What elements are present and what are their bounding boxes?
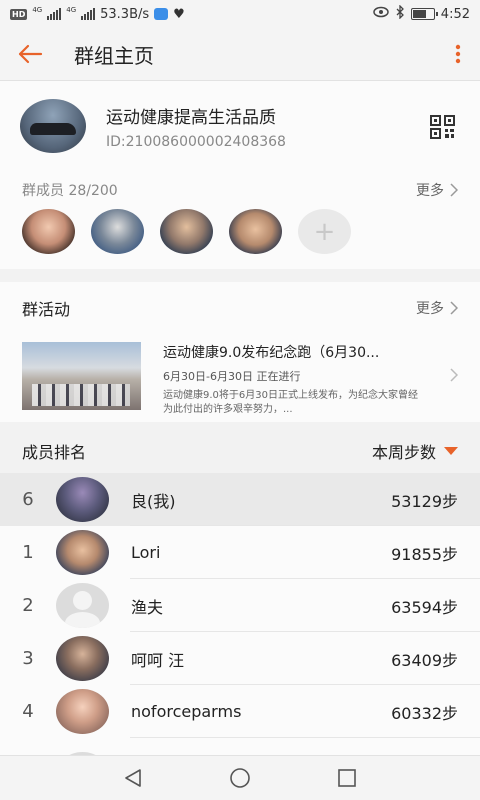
chevron-right-icon — [450, 301, 458, 315]
clock: 4:52 — [440, 6, 470, 22]
triangle-back-icon — [125, 769, 142, 787]
more-vertical-icon — [455, 44, 461, 64]
plus-icon: + — [313, 216, 336, 247]
caret-down-icon — [444, 447, 458, 455]
step-count: 60332步 — [391, 703, 458, 723]
chevron-right-icon — [450, 183, 458, 197]
rank-number: 4 — [22, 701, 34, 722]
rank-number: 6 — [22, 489, 34, 510]
group-info[interactable]: 运动健康提高生活品质 ID:210086000002408368 — [20, 99, 286, 153]
status-left: HD 4G 4G 53.3B/s ♥ — [10, 5, 185, 22]
ranking-list: 6 良(我) 53129步 1 Lori 91855步 2 渔夫 63594步 … — [0, 473, 480, 762]
member-name: noforceparms — [131, 702, 242, 721]
ranking-row[interactable]: 3 呵呵 汪 63409步 — [0, 632, 480, 685]
members-count-label: 群成员 28/200 — [22, 183, 118, 199]
more-options-button[interactable] — [436, 28, 480, 80]
avatar — [56, 530, 109, 575]
member-name: 渔夫 — [131, 597, 164, 617]
members-more-label: 更多 — [416, 183, 444, 199]
sort-dropdown[interactable]: 本周步数 — [372, 439, 458, 463]
group-avatar — [20, 99, 86, 153]
step-count: 63594步 — [391, 597, 458, 617]
page-title: 群组主页 — [74, 43, 154, 68]
system-nav-bar — [0, 755, 480, 800]
ranking-row-me[interactable]: 6 良(我) 53129步 — [0, 473, 480, 526]
step-count: 91855步 — [391, 544, 458, 564]
qr-code-button[interactable] — [430, 115, 456, 139]
hd-badge: HD — [10, 8, 28, 20]
status-right: 4:52 — [373, 4, 470, 23]
step-count: 53129步 — [391, 491, 458, 511]
network-speed: 53.3B/s — [100, 6, 150, 22]
ranking-header: 成员排名 本周步数 — [22, 432, 458, 470]
status-bar: HD 4G 4G 53.3B/s ♥ 4:52 — [0, 0, 480, 28]
circle-home-icon — [230, 768, 250, 788]
nav-home-button[interactable] — [220, 758, 260, 798]
ranking-title: 成员排名 — [22, 443, 87, 462]
rank-number: 1 — [22, 542, 34, 563]
eye-icon — [373, 6, 389, 22]
rank-number: 2 — [22, 595, 34, 616]
activity-more-label: 更多 — [416, 301, 444, 317]
default-avatar-icon — [56, 583, 109, 628]
avatar — [56, 689, 109, 734]
activity-text: 运动健康9.0发布纪念跑（6月30... 6月30日-6月30日 正在进行 运动… — [163, 342, 423, 415]
member-avatar[interactable] — [229, 209, 282, 254]
ranking-row[interactable]: 4 noforceparms 60332步 — [0, 685, 480, 738]
network-type-2: 4G — [66, 5, 77, 14]
battery-fill — [412, 10, 426, 18]
activity-item[interactable]: 运动健康9.0发布纪念跑（6月30... 6月30日-6月30日 正在进行 运动… — [22, 342, 458, 415]
square-recents-icon — [337, 769, 356, 787]
activity-thumbnail — [22, 342, 141, 410]
rank-number: 3 — [22, 648, 34, 669]
activity-date: 6月30日-6月30日 正在进行 — [163, 370, 301, 383]
activity-description: 运动健康9.0将于6月30日正式上线发布，为纪念大家曾经为此付出的许多艰辛努力，… — [163, 390, 418, 415]
member-avatars: + — [22, 209, 351, 254]
activity-header[interactable]: 群活动 更多 — [22, 296, 458, 320]
members-more-link[interactable]: 更多 — [416, 180, 458, 200]
member-avatar[interactable] — [160, 209, 213, 254]
activity-name: 运动健康9.0发布纪念跑（6月30... — [163, 345, 380, 361]
add-member-button[interactable]: + — [298, 209, 351, 254]
activity-card: 群活动 更多 运动健康9.0发布纪念跑（6月30... 6月30日-6月30日 … — [0, 282, 480, 422]
avatar — [56, 477, 109, 522]
back-button[interactable] — [0, 28, 60, 80]
ranking-row[interactable]: 1 Lori 91855步 — [0, 526, 480, 579]
nav-back-button[interactable] — [113, 758, 153, 798]
avatar — [56, 636, 109, 681]
group-text: 运动健康提高生活品质 ID:210086000002408368 — [106, 103, 286, 150]
chevron-right-icon — [450, 368, 458, 382]
nav-recents-button[interactable] — [327, 758, 367, 798]
qr-code-icon — [430, 115, 455, 139]
group-name: 运动健康提高生活品质 — [106, 107, 276, 128]
member-name: 良(我) — [131, 491, 176, 511]
ranking-row[interactable]: 2 渔夫 63594步 — [0, 579, 480, 632]
network-type-1: 4G — [32, 5, 43, 14]
signal-icon — [81, 8, 96, 20]
member-avatar[interactable] — [91, 209, 144, 254]
app-bar: 群组主页 — [0, 28, 480, 80]
app-notification-icon — [154, 8, 169, 20]
member-name: 呵呵 汪 — [131, 650, 185, 670]
members-header[interactable]: 群成员 28/200 更多 — [22, 180, 458, 200]
step-count: 63409步 — [391, 650, 458, 670]
member-name: Lori — [131, 543, 161, 562]
arrow-left-icon — [18, 44, 43, 64]
group-id: ID:210086000002408368 — [106, 133, 286, 150]
heart-icon: ♥ — [173, 6, 185, 22]
group-card: 运动健康提高生活品质 ID:210086000002408368 群成员 28/… — [0, 81, 480, 269]
activity-more-link[interactable]: 更多 — [416, 298, 458, 318]
sort-label: 本周步数 — [371, 443, 436, 462]
bluetooth-icon — [395, 4, 405, 23]
battery-icon — [410, 8, 438, 20]
member-avatar[interactable] — [22, 209, 75, 254]
activity-section-title: 群活动 — [22, 300, 71, 319]
signal-icon — [47, 8, 62, 20]
